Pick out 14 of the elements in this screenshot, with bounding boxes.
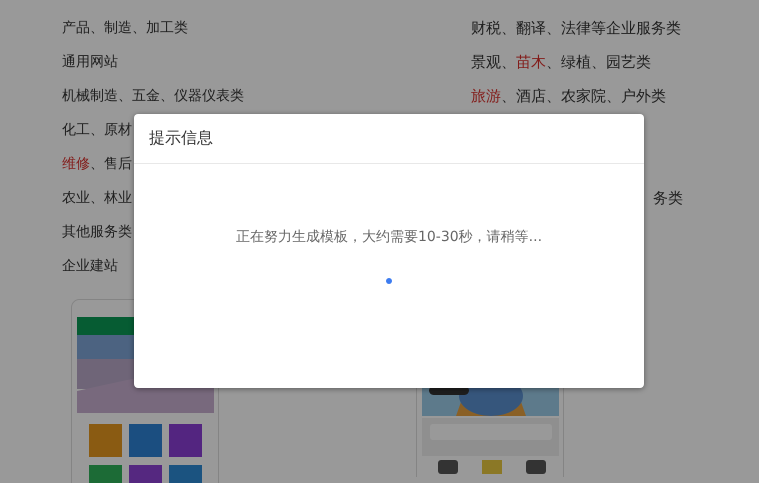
category-link[interactable]: 通用网站 <box>62 54 118 70</box>
category-link[interactable]: 其他服务类 <box>62 224 132 240</box>
category-link[interactable]: 企业建站 <box>62 258 118 274</box>
category-link[interactable]: 产品、制造、加工类 <box>62 20 188 36</box>
category-link[interactable]: 旅游、酒店、农家院、户外类 <box>471 87 666 105</box>
category-link[interactable]: 财税、翻译、法律等企业服务类 <box>471 19 681 37</box>
category-link[interactable]: 化工、原材 <box>62 122 132 138</box>
category-link[interactable]: 维修、售后 <box>62 156 132 172</box>
dialog-title: 提示信息 <box>149 128 213 149</box>
dialog-message: 正在努力生成模板，大约需要10-30秒，请稍等... <box>236 228 542 246</box>
category-link[interactable]: 机械制造、五金、仪器仪表类 <box>62 88 244 104</box>
category-link[interactable]: 景观、苗木、绿植、园艺类 <box>471 53 651 71</box>
category-link[interactable]: 农业、林业 <box>62 190 132 206</box>
category-link[interactable]: 务类 <box>653 189 683 207</box>
